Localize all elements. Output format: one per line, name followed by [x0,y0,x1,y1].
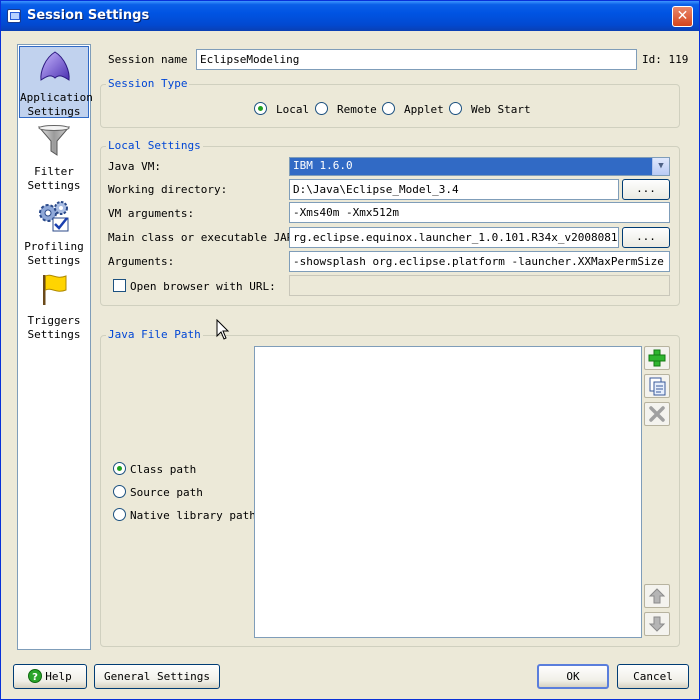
vm-arguments-input[interactable]: -Xms40m -Xmx512m [289,202,670,223]
settings-nav: Application Settings Filter Settings Pro… [17,44,93,650]
working-directory-input[interactable]: D:\Java\Eclipse_Model_3.4 [289,179,619,200]
java-file-path-title: Java File Path [106,328,203,341]
radio-remote[interactable] [315,102,328,115]
open-browser-label: Open browser with URL: [130,280,276,293]
move-up-button[interactable] [644,584,670,608]
window-title: Session Settings [27,8,150,23]
plus-icon [648,349,666,367]
title-bar[interactable]: Session Settings ✕ [1,1,699,31]
java-vm-select[interactable]: IBM 1.6.0 ▼ [289,157,670,176]
arrow-up-icon [648,588,666,604]
nav-label-line1: Triggers [27,314,81,327]
radio-web-start-label: Web Start [471,103,531,116]
main-class-input[interactable]: rg.eclipse.equinox.launcher_1.0.101.R34x… [289,227,619,248]
move-down-button[interactable] [644,612,670,636]
local-settings-title: Local Settings [106,139,203,152]
nav-label-line2: Settings [27,328,81,341]
radio-local-label: Local [276,103,310,116]
funnel-icon [37,125,71,156]
copy-document-icon [649,377,666,396]
nav-label-line2: Settings [27,254,81,267]
java-vm-value: IBM 1.6.0 [293,159,353,172]
open-browser-url-input[interactable] [289,275,670,296]
nav-label-line2: Settings [27,179,81,192]
help-label: Help [45,670,72,683]
delete-x-icon [649,406,665,422]
radio-class-path[interactable] [113,462,126,475]
flag-icon [43,274,67,305]
help-button[interactable]: ? Help [13,664,87,689]
radio-applet-label: Applet [404,103,444,116]
cancel-label: Cancel [633,670,673,683]
vm-arguments-label: VM arguments: [108,207,195,220]
radio-remote-label: Remote [337,103,377,116]
path-list[interactable] [254,346,642,638]
java-vm-label: Java VM: [108,160,161,173]
nav-label-line1: Profiling [24,240,84,253]
application-icon [40,51,70,81]
chevron-down-icon[interactable]: ▼ [652,158,669,175]
radio-native-library-path[interactable] [113,508,126,521]
radio-web-start[interactable] [449,102,462,115]
ok-button[interactable]: OK [537,664,609,689]
cancel-button[interactable]: Cancel [617,664,689,689]
window-icon [7,9,21,23]
session-settings-window: Session Settings ✕ Application Settings [0,0,700,700]
session-type-title: Session Type [106,77,190,90]
help-icon: ? [28,669,43,683]
add-path-button[interactable] [644,346,670,370]
close-button[interactable]: ✕ [672,6,693,27]
nav-label-line1: Filter [34,165,74,178]
session-name-input[interactable]: EclipseModeling [196,49,637,70]
browse-working-directory-button[interactable]: ... [622,179,670,200]
radio-class-path-label: Class path [130,463,197,476]
general-settings-label: General Settings [104,670,210,683]
arrow-down-icon [648,616,666,632]
remove-path-button[interactable] [644,402,670,426]
open-browser-checkbox[interactable] [113,279,126,292]
radio-applet[interactable] [382,102,395,115]
edit-path-button[interactable] [644,374,670,398]
arguments-input[interactable]: -showsplash org.eclipse.platform -launch… [289,251,670,272]
nav-item-profiling-settings[interactable]: Profiling Settings [19,196,89,268]
radio-source-path-label: Source path [130,486,203,499]
radio-local[interactable] [254,102,267,115]
session-id-label: Id: 119 [642,53,689,66]
browse-main-class-button[interactable]: ... [622,227,670,248]
svg-text:?: ? [32,672,38,683]
gears-check-icon [39,201,69,232]
general-settings-button[interactable]: General Settings [94,664,220,689]
nav-item-application-settings[interactable]: Application Settings [19,46,93,118]
nav-item-triggers-settings[interactable]: Triggers Settings [19,270,89,342]
mouse-cursor-icon [216,319,230,340]
radio-source-path[interactable] [113,485,126,498]
main-class-label: Main class or executable JAR: [108,231,301,244]
radio-native-library-path-label: Native library path [130,509,256,522]
working-directory-label: Working directory: [108,183,228,196]
nav-item-filter-settings[interactable]: Filter Settings [19,121,89,193]
session-name-label: Session name : [108,53,201,66]
ok-label: OK [566,670,580,683]
arguments-label: Arguments: [108,255,175,268]
nav-label-line2: Settings [27,105,81,118]
nav-label-line1: Application [20,91,93,104]
